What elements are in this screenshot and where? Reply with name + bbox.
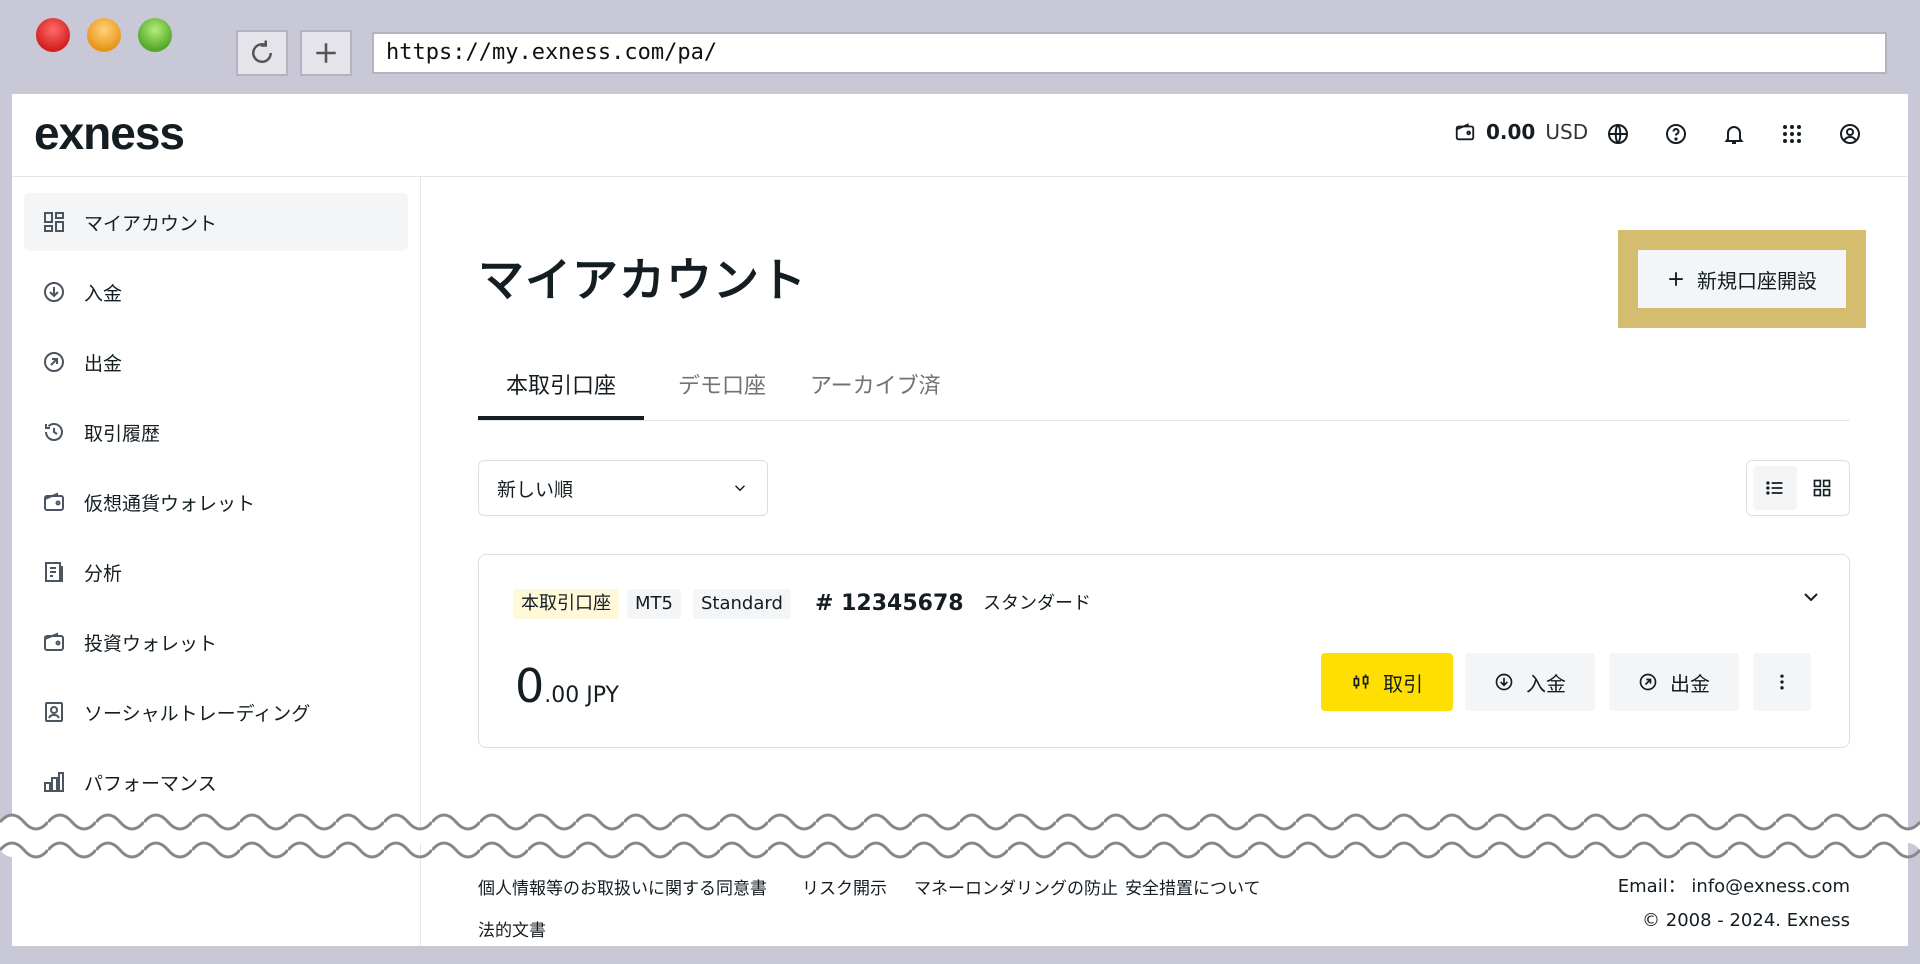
exness-logo[interactable]: exness	[34, 106, 185, 160]
new-account-label: 新規口座開設	[1697, 268, 1817, 293]
sort-select[interactable]: 新しい順	[478, 460, 768, 516]
plus-icon	[316, 43, 336, 63]
browser-chrome: https://my.exness.com/pa/	[0, 0, 1920, 92]
balance-integer: 0	[515, 659, 545, 713]
analytics-icon	[40, 558, 68, 586]
grid-view-button[interactable]	[1800, 466, 1844, 510]
deposit-button[interactable]: 入金	[1465, 653, 1595, 711]
url-bar[interactable]: https://my.exness.com/pa/	[372, 32, 1887, 74]
page-break-wave	[0, 806, 1920, 866]
sidebar-item-crypto-wallet[interactable]: 仮想通貨ウォレット	[24, 473, 408, 531]
social-trading-icon	[40, 698, 68, 726]
apps-button[interactable]	[1778, 120, 1806, 148]
footer-link-security[interactable]: 安全措置について	[1125, 874, 1261, 899]
deposit-label: 入金	[1526, 671, 1566, 696]
trade-label: 取引	[1383, 671, 1423, 696]
deposit-icon	[1495, 673, 1513, 691]
sidebar-item-label: 入金	[84, 282, 123, 305]
sidebar-item-deposit[interactable]: 入金	[24, 263, 408, 321]
plus-icon	[1669, 272, 1683, 286]
new-account-button[interactable]: 新規口座開設	[1638, 250, 1846, 308]
sidebar-item-label: 分析	[84, 562, 123, 585]
apps-grid-icon	[1783, 125, 1801, 143]
close-window-button[interactable]	[36, 18, 70, 52]
sidebar-item-label: 取引履歴	[84, 422, 161, 445]
deposit-icon	[40, 278, 68, 306]
account-tabs: 本取引口座 デモ口座 アーカイブ済	[478, 364, 1850, 421]
footer-email: Email： info@exness.com	[1617, 876, 1850, 897]
balance-currency: USD	[1545, 120, 1589, 144]
sidebar-item-label: 仮想通貨ウォレット	[84, 492, 256, 515]
help-button[interactable]	[1662, 120, 1690, 148]
balance-amount: 0.00	[1486, 120, 1536, 144]
notifications-button[interactable]	[1720, 120, 1748, 148]
sidebar-item-label: 投資ウォレット	[84, 632, 218, 655]
tab-real-accounts[interactable]: 本取引口座	[478, 364, 644, 420]
chevron-down-icon[interactable]	[1799, 585, 1823, 609]
sort-select-value: 新しい順	[497, 478, 574, 501]
maximize-window-button[interactable]	[138, 18, 172, 52]
new-account-highlight: 新規口座開設	[1618, 230, 1866, 328]
account-badge-type: Standard	[693, 589, 791, 619]
sidebar-item-withdraw[interactable]: 出金	[24, 333, 408, 391]
history-icon	[40, 418, 68, 446]
sidebar-item-investment-wallet[interactable]: 投資ウォレット	[24, 613, 408, 671]
list-icon	[1765, 481, 1782, 495]
account-badge-platform: MT5	[627, 589, 681, 619]
top-bar: exness 0.00 USD	[12, 94, 1908, 177]
account-number: # 12345678	[815, 591, 964, 616]
sidebar-item-label: 出金	[84, 352, 123, 375]
globe-icon	[1608, 124, 1628, 144]
withdraw-icon	[1639, 673, 1657, 691]
balance-decimal: .00 JPY	[544, 683, 619, 708]
wallet-icon	[40, 488, 68, 516]
account-balance: 0.00 JPY	[515, 659, 619, 713]
reload-button[interactable]	[236, 30, 288, 76]
account-card: 本取引口座 MT5 Standard # 12345678 スタンダード 0.0…	[478, 554, 1850, 748]
sidebar-item-label: ソーシャルトレーディング	[84, 702, 311, 725]
sidebar-item-my-account[interactable]: マイアカウント	[24, 193, 408, 251]
footer-link-risk[interactable]: リスク開示	[802, 874, 887, 899]
account-badge-real: 本取引口座	[513, 589, 619, 619]
footer-link-privacy[interactable]: 個人情報等のお取扱いに関する同意書	[478, 874, 767, 899]
dashboard-icon	[40, 208, 68, 236]
footer-link-aml[interactable]: マネーロンダリングの防止	[914, 874, 1118, 899]
withdraw-icon	[40, 348, 68, 376]
new-tab-button[interactable]	[300, 30, 352, 76]
profile-button[interactable]	[1836, 120, 1864, 148]
footer-link-legal[interactable]: 法的文書	[478, 916, 546, 941]
tab-demo-accounts[interactable]: デモ口座	[678, 364, 766, 420]
wallet-icon	[40, 628, 68, 656]
account-type: スタンダード	[983, 593, 1091, 614]
sidebar-item-social-trading[interactable]: ソーシャルトレーディング	[24, 683, 408, 741]
user-icon	[1840, 124, 1860, 144]
sidebar-item-label: マイアカウント	[84, 212, 218, 235]
footer-copyright: © 2008 - 2024. Exness	[1642, 910, 1850, 931]
withdraw-button[interactable]: 出金	[1609, 653, 1739, 711]
withdraw-label: 出金	[1670, 671, 1710, 696]
reload-icon	[252, 40, 273, 64]
more-options-button[interactable]	[1753, 653, 1811, 711]
grid-icon	[1813, 479, 1830, 497]
wallet-icon	[1455, 123, 1475, 141]
candlestick-icon	[1353, 674, 1369, 689]
trade-button[interactable]: 取引	[1321, 653, 1453, 711]
help-icon	[1666, 124, 1686, 144]
tab-archived[interactable]: アーカイブ済	[810, 364, 941, 420]
sidebar-item-performance[interactable]: パフォーマンス	[24, 753, 408, 811]
bell-icon	[1724, 126, 1744, 144]
performance-icon	[40, 768, 68, 796]
page-title: マイアカウント	[478, 253, 807, 307]
view-toggle	[1746, 460, 1850, 516]
more-vertical-icon	[1780, 674, 1784, 690]
wallet-balance[interactable]: 0.00 USD	[1454, 120, 1588, 144]
sidebar-item-history[interactable]: 取引履歴	[24, 403, 408, 461]
list-view-button[interactable]	[1752, 466, 1797, 510]
minimize-window-button[interactable]	[87, 18, 121, 52]
language-button[interactable]	[1604, 120, 1632, 148]
chevron-down-icon	[734, 485, 746, 492]
sidebar-item-label: パフォーマンス	[84, 772, 217, 795]
sidebar-item-analytics[interactable]: 分析	[24, 543, 408, 601]
